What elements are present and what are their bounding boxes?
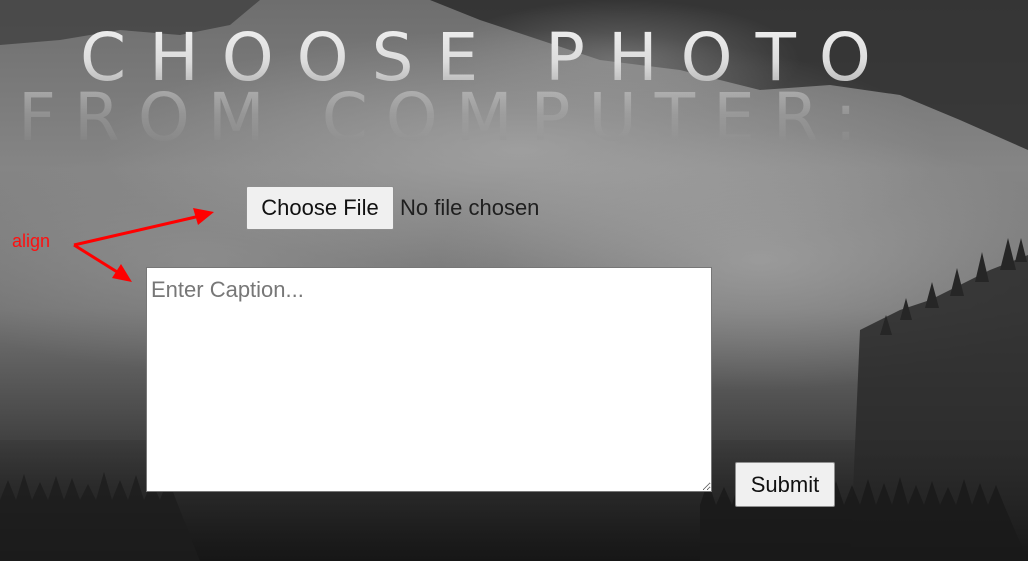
annotation-align-label: align	[12, 231, 51, 251]
submit-button[interactable]: Submit	[735, 462, 835, 507]
choose-file-button[interactable]: Choose File	[246, 186, 394, 230]
caption-textarea[interactable]	[146, 267, 712, 492]
file-status-text: No file chosen	[400, 195, 540, 220]
page-title-line-2: FROM COMPUTER:	[18, 79, 875, 156]
